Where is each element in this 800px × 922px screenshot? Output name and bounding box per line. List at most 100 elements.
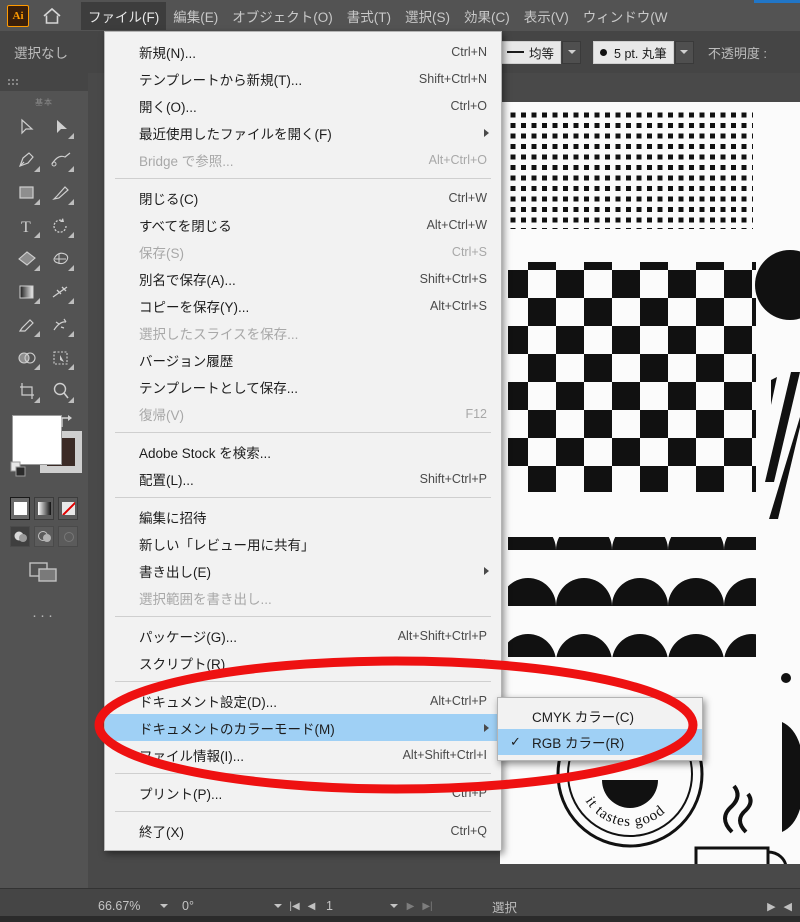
- menu-item-save-as-template[interactable]: テンプレートとして保存...: [105, 373, 501, 400]
- draw-inside-button[interactable]: [58, 526, 78, 547]
- menu-view[interactable]: 表示(V): [517, 2, 576, 30]
- none-icon: [61, 502, 75, 515]
- eyedropper-tool[interactable]: [10, 308, 44, 341]
- brush-definition-value: 5 pt. 丸筆: [614, 46, 667, 61]
- next-artboard-icon[interactable]: ▶: [402, 896, 419, 916]
- none-mode-button[interactable]: [58, 497, 78, 520]
- menu-effect[interactable]: 効果(C): [457, 2, 517, 30]
- rectangle-tool[interactable]: [10, 176, 44, 209]
- free-transform-tool[interactable]: [44, 242, 78, 275]
- previous-artboard-icon[interactable]: ◀: [303, 896, 320, 916]
- direct-selection-tool[interactable]: [44, 110, 78, 143]
- gradient-icon: [37, 502, 51, 515]
- zoom-dropdown-icon[interactable]: [156, 898, 172, 914]
- first-artboard-icon[interactable]: |◀: [286, 896, 303, 916]
- selection-tool[interactable]: [10, 110, 44, 143]
- home-icon[interactable]: [39, 3, 65, 29]
- menu-item-save-a-copy[interactable]: コピーを保存(Y)... Alt+Ctrl+S: [105, 292, 501, 319]
- chevron-right-icon: [484, 658, 489, 667]
- menu-object[interactable]: オブジェクト(O): [225, 2, 340, 30]
- menu-item-place[interactable]: 配置(L)... Shift+Ctrl+P: [105, 465, 501, 492]
- opacity-label: 不透明度 :: [707, 45, 768, 61]
- menu-item-version-history[interactable]: バージョン履歴: [105, 346, 501, 373]
- menu-item-open[interactable]: 開く(O)... Ctrl+O: [105, 92, 501, 119]
- edit-toolbar-button[interactable]: ···: [0, 585, 88, 624]
- status-prev-icon[interactable]: ◀: [784, 900, 792, 913]
- app-logo-icon: Ai: [7, 4, 29, 27]
- tools-panel-grip[interactable]: [0, 73, 88, 91]
- submenu-item-rgb-color[interactable]: ✓ RGB カラー(R): [498, 729, 702, 755]
- artboard-number-value[interactable]: 1: [326, 899, 386, 913]
- tools-panel-title: 基本: [35, 98, 53, 107]
- submenu-item-cmyk-color[interactable]: CMYK カラー(C): [498, 703, 702, 729]
- gradient-tool[interactable]: [10, 275, 44, 308]
- fill-stroke-control: [10, 413, 82, 491]
- fill-swatch[interactable]: [12, 415, 62, 465]
- color-mode-button[interactable]: [10, 497, 30, 520]
- menu-item-package[interactable]: パッケージ(G)... Alt+Shift+Ctrl+P: [105, 622, 501, 649]
- pen-tool[interactable]: [10, 143, 44, 176]
- brush-definition-dropdown-icon[interactable]: [674, 40, 694, 64]
- tools-panel: 基本 T ···: [0, 73, 88, 888]
- brush-dot-icon: [600, 48, 608, 56]
- brush-definition-field[interactable]: 5 pt. 丸筆: [593, 40, 674, 64]
- menu-type[interactable]: 書式(T): [340, 2, 398, 30]
- window-controls[interactable]: [754, 0, 800, 3]
- zoom-level-value[interactable]: 66.67%: [98, 899, 156, 913]
- shaper-tool[interactable]: [10, 242, 44, 275]
- menu-file[interactable]: ファイル(F): [81, 1, 167, 30]
- stroke-profile-field[interactable]: 均等: [500, 40, 562, 64]
- artboard-tool[interactable]: [44, 341, 78, 374]
- swap-fill-stroke-icon[interactable]: [58, 413, 75, 435]
- menu-item-document-color-mode[interactable]: ドキュメントのカラーモード(M): [105, 714, 501, 741]
- selection-status-label: 選択なし: [14, 46, 68, 61]
- menu-item-new-from-template[interactable]: テンプレートから新規(T)... Shift+Ctrl+N: [105, 65, 501, 92]
- menu-edit[interactable]: 編集(E): [166, 2, 225, 30]
- crop-tool[interactable]: [10, 374, 44, 407]
- menu-item-search-adobe-stock[interactable]: Adobe Stock を検索...: [105, 438, 501, 465]
- rotate-tool[interactable]: [44, 209, 78, 242]
- control-bar-right: 均等 5 pt. 丸筆 不透明度 :: [500, 31, 767, 73]
- paintbrush-tool[interactable]: [44, 176, 78, 209]
- gradient-mode-button[interactable]: [34, 497, 54, 520]
- menu-item-scripts[interactable]: スクリプト(R): [105, 649, 501, 676]
- chevron-right-icon: [484, 128, 489, 137]
- curvature-tool[interactable]: [44, 143, 78, 176]
- menu-item-share-for-review[interactable]: 新しい「レビュー用に共有」: [105, 530, 501, 557]
- status-next-icon[interactable]: ▶: [767, 900, 775, 913]
- artboard-dropdown-icon[interactable]: [386, 898, 402, 914]
- stroke-profile-dropdown-icon[interactable]: [562, 40, 582, 64]
- menu-item-save-selected-slices: 選択したスライスを保存...: [139, 326, 299, 342]
- default-fill-stroke-icon[interactable]: [10, 461, 27, 483]
- menu-item-document-setup[interactable]: ドキュメント設定(D)... Alt+Ctrl+P: [105, 687, 501, 714]
- symbol-sprayer-tool[interactable]: [44, 308, 78, 341]
- solid-color-icon: [13, 502, 27, 515]
- draw-normal-button[interactable]: [10, 526, 30, 547]
- last-artboard-icon[interactable]: ▶|: [419, 896, 436, 916]
- menu-bar: Ai ファイル(F) 編集(E) オブジェクト(O) 書式(T) 選択(S) 効…: [0, 0, 800, 31]
- rotation-value[interactable]: 0°: [182, 899, 270, 913]
- color-mode-submenu: CMYK カラー(C) ✓ RGB カラー(R): [497, 697, 703, 761]
- menu-item-print[interactable]: プリント(P)... Ctrl+P: [105, 779, 501, 806]
- width-tool[interactable]: [44, 275, 78, 308]
- menu-item-export[interactable]: 書き出し(E): [105, 557, 501, 584]
- screen-mode-button[interactable]: [0, 547, 88, 585]
- menu-window[interactable]: ウィンドウ(W: [576, 2, 675, 30]
- menu-item-save-as[interactable]: 別名で保存(A)... Shift+Ctrl+S: [105, 265, 501, 292]
- menu-item-export-selection: 選択範囲を書き出し...: [139, 591, 272, 607]
- draw-behind-button[interactable]: [34, 526, 54, 547]
- status-text: 選択: [492, 900, 518, 915]
- menu-item-open-recent[interactable]: 最近使用したファイルを開く(F): [105, 119, 501, 146]
- menu-item-close[interactable]: 閉じる(C) Ctrl+W: [105, 184, 501, 211]
- menu-separator: [115, 497, 491, 498]
- menu-item-close-all[interactable]: すべてを閉じる Alt+Ctrl+W: [105, 211, 501, 238]
- menu-item-file-info[interactable]: ファイル情報(I)... Alt+Shift+Ctrl+I: [105, 741, 501, 768]
- menu-item-exit[interactable]: 終了(X) Ctrl+Q: [105, 817, 501, 844]
- type-tool[interactable]: T: [10, 209, 44, 242]
- menu-item-invite-to-edit[interactable]: 編集に招待: [105, 503, 501, 530]
- rotation-dropdown-icon[interactable]: [270, 898, 286, 914]
- menu-select[interactable]: 選択(S): [398, 2, 457, 30]
- blend-tool[interactable]: [10, 341, 44, 374]
- menu-item-new[interactable]: 新規(N)... Ctrl+N: [105, 38, 501, 65]
- zoom-tool[interactable]: [44, 374, 78, 407]
